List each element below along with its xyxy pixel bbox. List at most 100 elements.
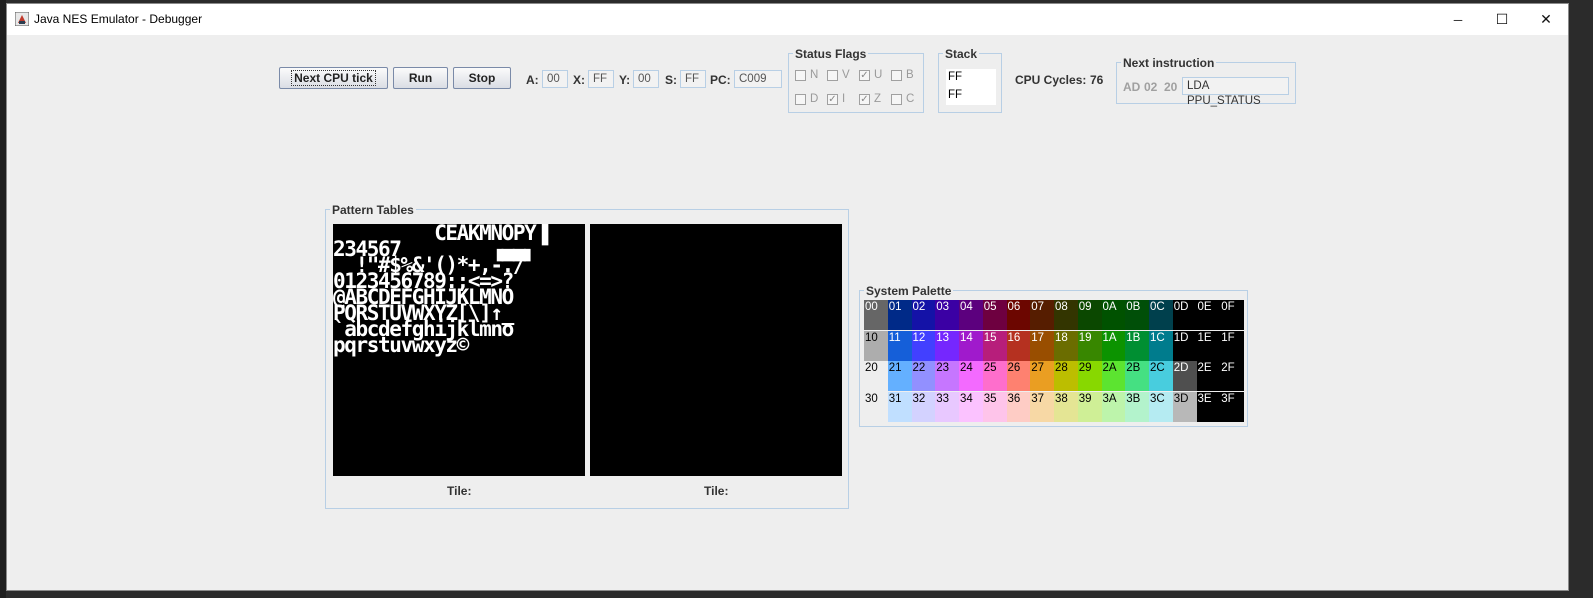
right-tile-label: Tile: (704, 484, 729, 498)
palette-swatch[interactable]: 07 (1030, 300, 1055, 330)
flag-z-checkbox[interactable]: ✓ Z (859, 93, 881, 105)
palette-swatch[interactable]: 32 (911, 391, 936, 422)
palette-swatch[interactable]: 3D (1172, 391, 1197, 422)
palette-swatch[interactable]: 2E (1196, 361, 1221, 391)
flag-d-checkbox[interactable]: D (795, 93, 818, 105)
palette-swatch[interactable]: 1B (1125, 330, 1150, 361)
palette-swatch[interactable]: 1E (1196, 330, 1221, 361)
palette-swatch[interactable]: 2D (1172, 361, 1197, 391)
pattern-table-right[interactable] (590, 224, 842, 476)
palette-swatch[interactable]: 22 (911, 361, 936, 391)
palette-swatch[interactable]: 3E (1196, 391, 1221, 422)
register-y-field[interactable]: 00 (633, 70, 659, 88)
palette-swatch[interactable]: 2F (1220, 361, 1245, 391)
palette-swatch[interactable]: 29 (1077, 361, 1102, 391)
stack-title: Stack (943, 47, 980, 61)
palette-swatch[interactable]: 1F (1220, 330, 1245, 361)
instruction-mnemonic-field[interactable]: LDA PPU_STATUS (1182, 77, 1289, 107)
palette-swatch[interactable]: 39 (1077, 391, 1102, 422)
palette-swatch[interactable]: 01 (887, 300, 912, 330)
maximize-button[interactable]: ☐ (1479, 4, 1525, 35)
palette-swatch[interactable]: 10 (864, 330, 888, 361)
palette-swatch[interactable]: 0A (1101, 300, 1126, 330)
window-title: Java NES Emulator - Debugger (34, 12, 203, 26)
palette-swatch[interactable]: 15 (982, 330, 1007, 361)
palette-swatch[interactable]: 0F (1220, 300, 1245, 330)
palette-swatch[interactable]: 11 (887, 330, 912, 361)
flag-b-checkbox[interactable]: B (891, 69, 914, 81)
palette-swatch[interactable]: 05 (982, 300, 1007, 330)
palette-swatch[interactable]: 33 (935, 391, 960, 422)
palette-swatch[interactable]: 28 (1054, 361, 1078, 391)
palette-swatch[interactable]: 19 (1077, 330, 1102, 361)
palette-swatch[interactable]: 17 (1030, 330, 1055, 361)
palette-swatch[interactable]: 3A (1101, 391, 1126, 422)
register-a-field[interactable]: 00 (542, 70, 568, 88)
palette-swatch[interactable]: 1D (1172, 330, 1197, 361)
palette-swatch[interactable]: 16 (1006, 330, 1031, 361)
flag-c-checkbox[interactable]: C (891, 93, 914, 105)
palette-swatch[interactable]: 27 (1030, 361, 1055, 391)
close-button[interactable]: ✕ (1523, 4, 1569, 35)
palette-swatch[interactable]: 20 (864, 361, 888, 391)
palette-swatch[interactable]: 06 (1006, 300, 1031, 330)
pattern-table-left[interactable]: ▔▔▔▔▔ CEAKMNOPY▐ 234567 ▗▄▄▖ !"#$%&'()*+,… (333, 224, 585, 476)
register-pc-field[interactable]: C009 (734, 70, 782, 88)
palette-swatch[interactable]: 04 (959, 300, 983, 330)
checkbox-box (827, 69, 838, 81)
palette-swatch[interactable]: 02 (911, 300, 936, 330)
palette-swatch[interactable]: 2B (1125, 361, 1150, 391)
run-button[interactable]: Run (393, 67, 448, 89)
register-x-label: X: (573, 73, 585, 87)
register-x-field[interactable]: FF (588, 70, 614, 88)
palette-swatch[interactable]: 0E (1196, 300, 1221, 330)
palette-swatch[interactable]: 31 (887, 391, 912, 422)
stack-list[interactable]: FF FF (946, 69, 996, 105)
palette-swatch[interactable]: 0C (1149, 300, 1173, 330)
palette-grid: 00 01 02 03 04 05 06 07 08 09 0A 0B 0C 0D 0E 0F 10 11 12 13… (864, 300, 1245, 422)
instruction-byte-2: 02 (1144, 80, 1158, 94)
next-cpu-tick-button[interactable]: Next CPU tick (279, 67, 388, 89)
palette-swatch[interactable]: 23 (935, 361, 960, 391)
title-bar[interactable]: Java NES Emulator - Debugger ─ ☐ ✕ (7, 4, 1568, 35)
palette-swatch[interactable]: 03 (935, 300, 960, 330)
register-a-label: A: (526, 73, 539, 87)
palette-swatch[interactable]: 14 (959, 330, 983, 361)
palette-swatch[interactable]: 09 (1077, 300, 1102, 330)
palette-swatch[interactable]: 36 (1006, 391, 1031, 422)
palette-swatch[interactable]: 34 (959, 391, 983, 422)
palette-swatch[interactable]: 3F (1220, 391, 1245, 422)
palette-swatch[interactable]: 2A (1101, 361, 1126, 391)
palette-swatch[interactable]: 35 (982, 391, 1007, 422)
palette-swatch[interactable]: 3C (1149, 391, 1173, 422)
palette-swatch[interactable]: 37 (1030, 391, 1055, 422)
palette-swatch[interactable]: 3B (1125, 391, 1150, 422)
instruction-byte-3: 20 (1164, 80, 1178, 94)
palette-swatch[interactable]: 13 (935, 330, 960, 361)
flag-n-checkbox[interactable]: N (795, 69, 818, 81)
minimize-button[interactable]: ─ (1435, 4, 1481, 35)
palette-swatch[interactable]: 1C (1149, 330, 1173, 361)
next-instruction-group: Next instruction AD 02 20 LDA PPU_STATUS (1116, 56, 1296, 107)
next-instruction-title: Next instruction (1121, 56, 1217, 70)
flag-u-checkbox[interactable]: ✓ U (859, 69, 882, 81)
palette-swatch[interactable]: 21 (887, 361, 912, 391)
palette-swatch[interactable]: 08 (1054, 300, 1078, 330)
flag-v-checkbox[interactable]: V (827, 69, 850, 81)
palette-swatch[interactable]: 12 (911, 330, 936, 361)
register-s-field[interactable]: FF (680, 70, 706, 88)
palette-swatch[interactable]: 18 (1054, 330, 1078, 361)
palette-swatch[interactable]: 00 (864, 300, 888, 330)
stop-button[interactable]: Stop (453, 67, 511, 89)
palette-swatch[interactable]: 2C (1149, 361, 1173, 391)
palette-swatch[interactable]: 0B (1125, 300, 1150, 330)
palette-swatch[interactable]: 0D (1172, 300, 1197, 330)
palette-swatch[interactable]: 38 (1054, 391, 1078, 422)
checkbox-box (795, 93, 806, 105)
palette-swatch[interactable]: 25 (982, 361, 1007, 391)
palette-swatch[interactable]: 30 (864, 391, 888, 422)
flag-i-checkbox[interactable]: ✓ I (827, 93, 845, 105)
palette-swatch[interactable]: 26 (1006, 361, 1031, 391)
palette-swatch[interactable]: 1A (1101, 330, 1126, 361)
palette-swatch[interactable]: 24 (959, 361, 983, 391)
